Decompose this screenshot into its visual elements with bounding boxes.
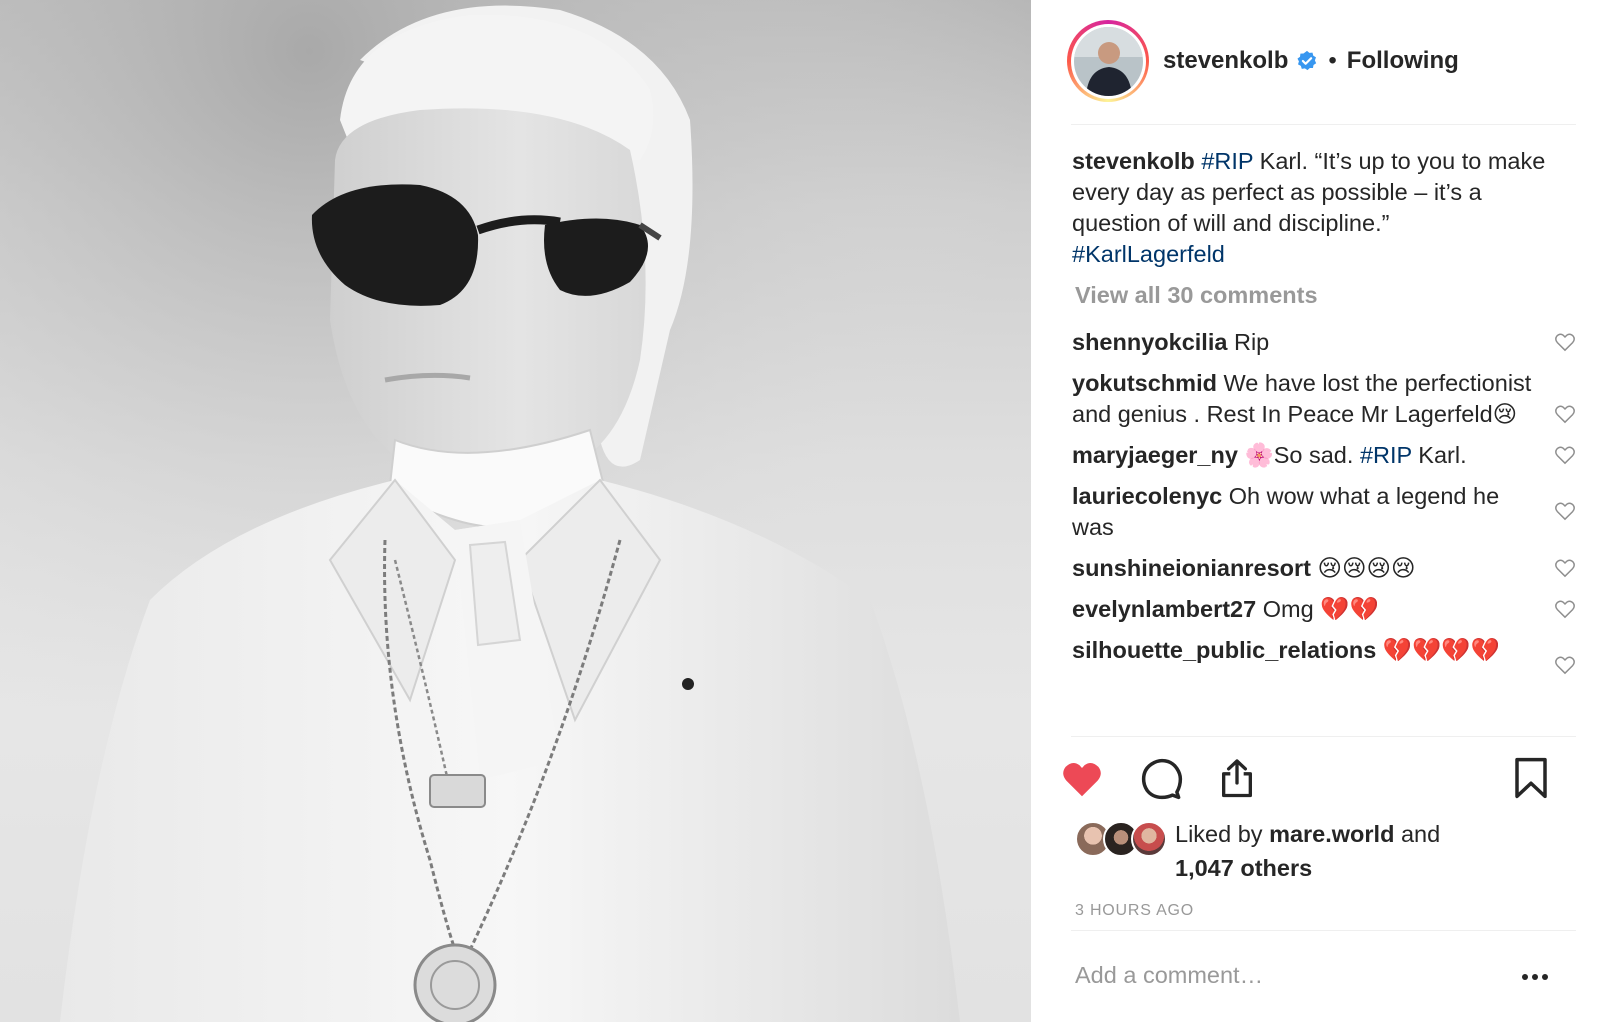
comment-username[interactable]: yokutschmid (1072, 370, 1217, 396)
heart-filled-icon[interactable] (1061, 760, 1103, 798)
comment-text: Omg (1256, 596, 1321, 622)
avatar[interactable] (1073, 26, 1143, 96)
liked-by-middle: and (1394, 821, 1441, 847)
share-icon[interactable] (1217, 757, 1257, 799)
comment-item: yokutschmid We have lost the perfectioni… (1072, 368, 1582, 430)
comment-item: evelynlambert27 Omg 💔💔 (1072, 594, 1582, 625)
liked-by-text: Liked by mare.world and 1,047 others (1175, 817, 1535, 885)
bookmark-icon[interactable] (1513, 757, 1549, 799)
comment-like-icon[interactable] (1554, 332, 1576, 352)
comment-item: sunshineionianresort 😢😢😢😢 (1072, 553, 1582, 584)
liked-by-prefix: Liked by (1175, 821, 1270, 847)
following-button[interactable]: Following (1347, 47, 1459, 75)
comment-item: silhouette_public_relations 💔💔💔💔 (1072, 635, 1582, 675)
comment-username[interactable]: silhouette_public_relations (1072, 637, 1376, 663)
comment-emoji: 😢 (1492, 401, 1518, 427)
post-side-panel: stevenkolb • Following stevenkolb #RIP K… (1031, 0, 1600, 1022)
header-divider (1071, 124, 1576, 125)
comment-like-icon[interactable] (1554, 404, 1576, 424)
comment-emoji: 🌸 (1237, 442, 1274, 468)
comment-like-icon[interactable] (1554, 599, 1576, 619)
comment-username[interactable]: shennyokcilia (1072, 329, 1227, 355)
post-photo[interactable] (0, 0, 1031, 1022)
hashtag-link[interactable]: #RIP (1201, 148, 1253, 174)
portrait-image (0, 0, 1031, 1022)
hashtag-link[interactable]: #RIP (1360, 442, 1412, 468)
comments-divider (1071, 736, 1576, 737)
more-options-icon[interactable] (1520, 972, 1550, 982)
add-comment-input[interactable] (1075, 962, 1555, 989)
comment-text: Rip (1227, 329, 1270, 355)
story-ring[interactable] (1067, 20, 1149, 102)
comment-emoji: 💔💔 (1320, 596, 1379, 622)
post-header: stevenkolb • Following (1067, 18, 1459, 104)
comment-username[interactable]: sunshineionianresort (1072, 555, 1311, 581)
comment-like-icon[interactable] (1554, 445, 1576, 465)
post-timestamp[interactable]: 3 HOURS AGO (1075, 902, 1194, 920)
post-author-username[interactable]: stevenkolb (1163, 47, 1288, 75)
view-all-comments-link[interactable]: View all 30 comments (1075, 282, 1318, 309)
comment-item: shennyokcilia Rip (1072, 327, 1582, 358)
comment-bubble-icon[interactable] (1141, 758, 1183, 800)
likes-count-link[interactable]: 1,047 others (1175, 855, 1312, 881)
timestamp-divider (1071, 930, 1576, 931)
comment-like-icon[interactable] (1554, 558, 1576, 578)
comment-emoji: 😢😢😢😢 (1310, 555, 1416, 581)
comment-item: maryjaeger_ny 🌸So sad. #RIP Karl. (1072, 440, 1582, 471)
comment-username[interactable]: maryjaeger_ny (1072, 442, 1238, 468)
comment-username[interactable]: evelynlambert27 (1072, 596, 1256, 622)
action-bar (1061, 753, 1581, 803)
comment-text: Karl. (1411, 442, 1467, 468)
post-caption: stevenkolb #RIP Karl. “It’s up to you to… (1072, 146, 1572, 270)
avatar (1131, 821, 1167, 857)
comment-like-icon[interactable] (1554, 655, 1576, 675)
comment-username[interactable]: lauriecolenyc (1072, 483, 1222, 509)
liked-by-user[interactable]: mare.world (1269, 821, 1394, 847)
comments-list: shennyokcilia Rip yokutschmid We have lo… (1072, 327, 1582, 676)
liker-avatars[interactable] (1075, 821, 1171, 857)
caption-username[interactable]: stevenkolb (1072, 148, 1195, 174)
hashtag-link[interactable]: #KarlLagerfeld (1072, 241, 1225, 267)
verified-badge-icon (1297, 50, 1317, 71)
comment-emoji: 💔💔💔💔 (1376, 637, 1500, 663)
comment-like-icon[interactable] (1554, 501, 1576, 521)
comment-text: So sad. (1273, 442, 1360, 468)
comment-item: lauriecolenyc Oh wow what a legend he wa… (1072, 481, 1582, 543)
header-separator: • (1328, 47, 1337, 74)
